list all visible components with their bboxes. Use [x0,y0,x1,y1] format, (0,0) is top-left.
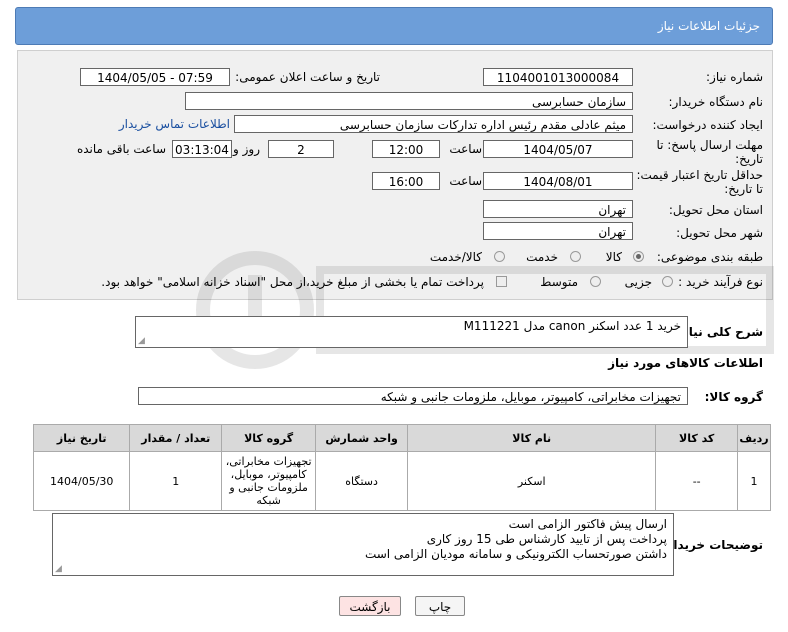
announce-label: تاریخ و ساعت اعلان عمومی: [235,70,380,84]
goods-table: ردیف کد کالا نام کالا واحد شمارش گروه کا… [32,424,771,511]
reply-deadline-label: مهلت ارسال پاسخ: تا تاریخ: [656,138,763,166]
reply-date-field[interactable]: 1404/05/07 [483,140,633,158]
buyer-org-field[interactable]: سازمان حسابرسی [185,92,633,110]
reply-time-label: ساعت [449,142,482,156]
back-button[interactable]: بازگشت [339,596,401,616]
buyer-notes-label: توضیحات خریدار: [661,538,763,552]
description-field[interactable]: خرید 1 عدد اسکنر canon مدل M111221 ◢ [135,316,688,348]
goods-info-title: اطلاعات کالاهای مورد نیاز [608,356,763,370]
col-row: ردیف [737,424,771,452]
category-goods-radio[interactable] [633,251,644,262]
print-button[interactable]: چاپ [415,596,465,616]
province-label: استان محل تحویل: [668,203,763,217]
category-label: طبقه بندی موضوعی: [656,250,763,264]
process-medium-label: متوسط [540,275,578,289]
process-medium-radio[interactable] [590,276,601,287]
time-remaining-field[interactable]: 03:13:04 [172,140,232,158]
page-header: جزئیات اطلاعات نیاز [15,7,773,45]
category-service-radio[interactable] [570,251,581,262]
cell-need-date: 1404/05/30 [32,451,131,511]
price-date-field[interactable]: 1404/08/01 [483,172,633,190]
process-minor-radio[interactable] [662,276,673,287]
city-label: شهر محل تحویل: [676,226,763,240]
col-unit: واحد شمارش [315,424,409,452]
buyer-note-line-3: داشتن صورتحساب الکترونیکی و سامانه مودیا… [364,547,667,561]
buyer-notes-field[interactable]: ارسال پیش فاکتور الزامی است پرداخت پس از… [52,513,674,576]
need-number-field[interactable]: 1104001013000084 [483,68,633,86]
cell-row: 1 [737,451,771,511]
requester-label: ایجاد کننده درخواست: [652,118,763,132]
goods-group-field[interactable]: تجهیزات مخابراتی، کامپیوتر، موبایل، ملزو… [138,387,688,405]
price-time-field[interactable]: 16:00 [372,172,440,190]
cell-quantity: 1 [129,451,223,511]
goods-group-label: گروه کالا: [704,390,763,404]
price-validity-label: حداقل تاریخ اعتبار قیمت: تا تاریخ: [636,168,763,196]
buyer-contact-link[interactable]: اطلاعات تماس خریدار [119,117,230,131]
page-title: جزئیات اطلاعات نیاز [657,19,760,33]
city-field[interactable]: تهران [483,222,633,240]
goods-table-header: ردیف کد کالا نام کالا واحد شمارش گروه کا… [32,424,771,452]
province-field[interactable]: تهران [483,200,633,218]
col-need-date: تاریخ نیاز [32,424,131,452]
days-remaining-field[interactable]: 2 [268,140,334,158]
cell-unit: دستگاه [315,451,409,511]
col-quantity: تعداد / مقدار [129,424,223,452]
process-minor-label: جزیی [624,275,652,289]
category-goods-service-radio[interactable] [494,251,505,262]
col-group: گروه کالا [221,424,317,452]
category-goods-service-label: کالا/خدمت [429,250,482,264]
days-label: روز و [233,142,260,156]
col-code: کد کالا [655,424,739,452]
col-name: نام کالا [407,424,657,452]
treasury-payment-note: پرداخت تمام یا بخشی از مبلغ خرید،از محل … [101,275,484,289]
resize-handle-icon[interactable]: ◢ [55,564,62,574]
price-time-label: ساعت [449,174,482,188]
description-text: خرید 1 عدد اسکنر canon مدل M111221 [463,319,681,333]
requester-field[interactable]: میثم عادلی مقدم رئیس اداره تدارکات سازما… [234,115,633,133]
buyer-org-label: نام دستگاه خریدار: [668,95,764,109]
process-label: نوع فرآیند خرید : [678,275,763,289]
table-row[interactable]: 1 -- اسکنر دستگاه تجهیزات مخابراتی، کامپ… [32,451,771,511]
time-remaining-label: ساعت باقی مانده [76,142,166,156]
cell-name: اسکنر [407,451,657,511]
reply-time-field[interactable]: 12:00 [372,140,440,158]
resize-handle-icon[interactable]: ◢ [138,336,145,346]
cell-group: تجهیزات مخابراتی، کامپیوتر، موبایل، ملزو… [221,451,317,511]
announce-date-field[interactable]: 1404/05/05 - 07:59 [80,68,230,86]
category-goods-label: کالا [605,250,622,264]
category-service-label: خدمت [526,250,558,264]
need-number-label: شماره نیاز: [706,70,763,84]
cell-code: -- [655,451,739,511]
treasury-payment-checkbox[interactable] [496,276,507,287]
description-label: شرح کلی نیاز: [677,325,763,339]
buyer-note-line-1: ارسال پیش فاکتور الزامی است [508,517,667,531]
buyer-note-line-2: پرداخت پس از تایید کارشناس طی 15 روز کار… [426,532,667,546]
